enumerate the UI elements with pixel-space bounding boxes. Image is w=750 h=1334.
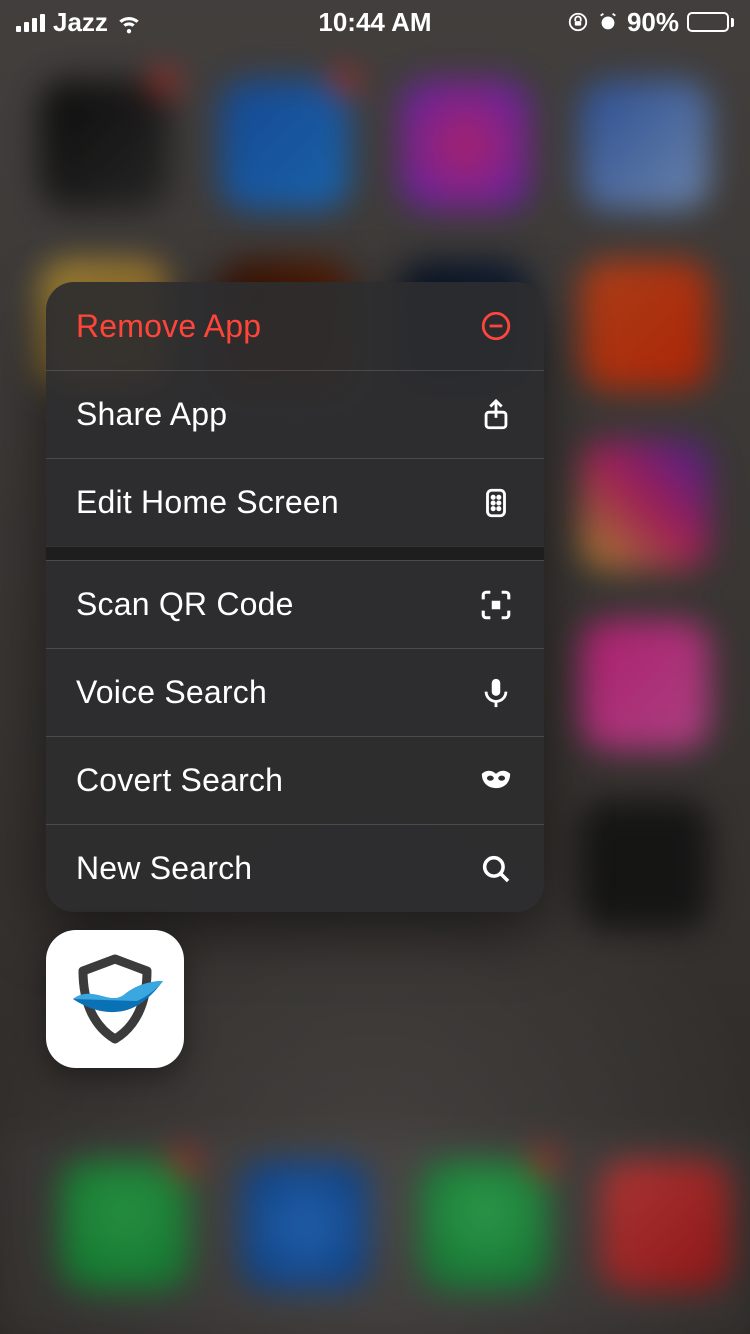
menu-item-label: Remove App xyxy=(76,308,261,345)
share-app-item[interactable]: Share App xyxy=(46,370,544,458)
menu-item-label: Edit Home Screen xyxy=(76,484,339,521)
voice-search-item[interactable]: Voice Search xyxy=(46,648,544,736)
menu-item-label: Share App xyxy=(76,396,227,433)
status-bar: Jazz 10:44 AM 90% xyxy=(0,0,750,44)
covert-search-item[interactable]: Covert Search xyxy=(46,736,544,824)
share-icon xyxy=(478,397,514,433)
shield-icon xyxy=(65,949,165,1049)
qr-scan-icon xyxy=(478,587,514,623)
menu-separator xyxy=(46,546,544,560)
wifi-icon xyxy=(116,9,142,35)
mask-icon xyxy=(478,763,514,799)
menu-item-label: Scan QR Code xyxy=(76,586,294,623)
cellular-signal-icon xyxy=(16,12,45,32)
new-search-item[interactable]: New Search xyxy=(46,824,544,912)
battery-percent: 90% xyxy=(627,7,679,38)
alarm-icon xyxy=(597,11,619,33)
remove-app-item[interactable]: Remove App xyxy=(46,282,544,370)
scan-qr-code-item[interactable]: Scan QR Code xyxy=(46,560,544,648)
app-context-menu: Remove App Share App Edit Home Screen Sc… xyxy=(46,282,544,912)
apps-grid-icon xyxy=(478,485,514,521)
microphone-icon xyxy=(478,675,514,711)
battery-icon xyxy=(687,12,734,32)
minus-circle-icon xyxy=(478,308,514,344)
search-icon xyxy=(478,851,514,887)
menu-item-label: Voice Search xyxy=(76,674,267,711)
edit-home-screen-item[interactable]: Edit Home Screen xyxy=(46,458,544,546)
menu-item-label: New Search xyxy=(76,850,252,887)
menu-item-label: Covert Search xyxy=(76,762,283,799)
carrier-label: Jazz xyxy=(53,7,108,38)
focused-app-icon[interactable] xyxy=(46,930,184,1068)
orientation-lock-icon xyxy=(567,11,589,33)
